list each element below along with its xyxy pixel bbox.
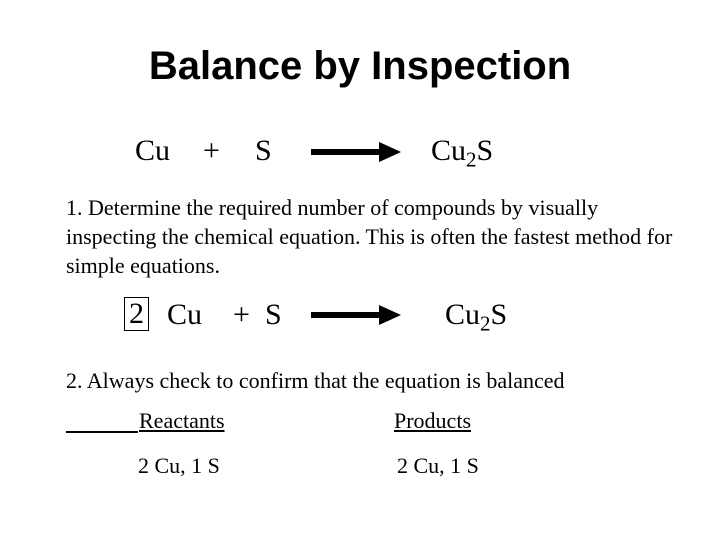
reactant-s: S	[255, 134, 272, 167]
underline-lead	[66, 431, 138, 433]
product-cu2s: Cu2S	[445, 298, 508, 336]
slide-title: Balance by Inspection	[148, 44, 572, 88]
step-1-text: 1. Determine the required number of comp…	[66, 195, 673, 278]
plus-sign: +	[203, 134, 220, 167]
products-count: 2 Cu, 1 S	[397, 453, 479, 478]
reaction-arrow-icon	[311, 305, 401, 325]
plus-sign: +	[233, 298, 250, 331]
reactants-count: 2 Cu, 1 S	[138, 453, 220, 478]
reactant-s: S	[265, 298, 282, 331]
reactant-cu: Cu	[135, 134, 171, 167]
reaction-arrow-icon	[311, 142, 401, 162]
reactant-cu: Cu	[167, 298, 203, 331]
products-header: Products	[394, 408, 471, 433]
coefficient-box: 2	[124, 297, 149, 331]
step-2-text: 2. Always check to confirm that the equa…	[66, 368, 565, 393]
product-cu2s: Cu2S	[431, 134, 494, 172]
reactants-header: Reactants	[139, 408, 225, 433]
